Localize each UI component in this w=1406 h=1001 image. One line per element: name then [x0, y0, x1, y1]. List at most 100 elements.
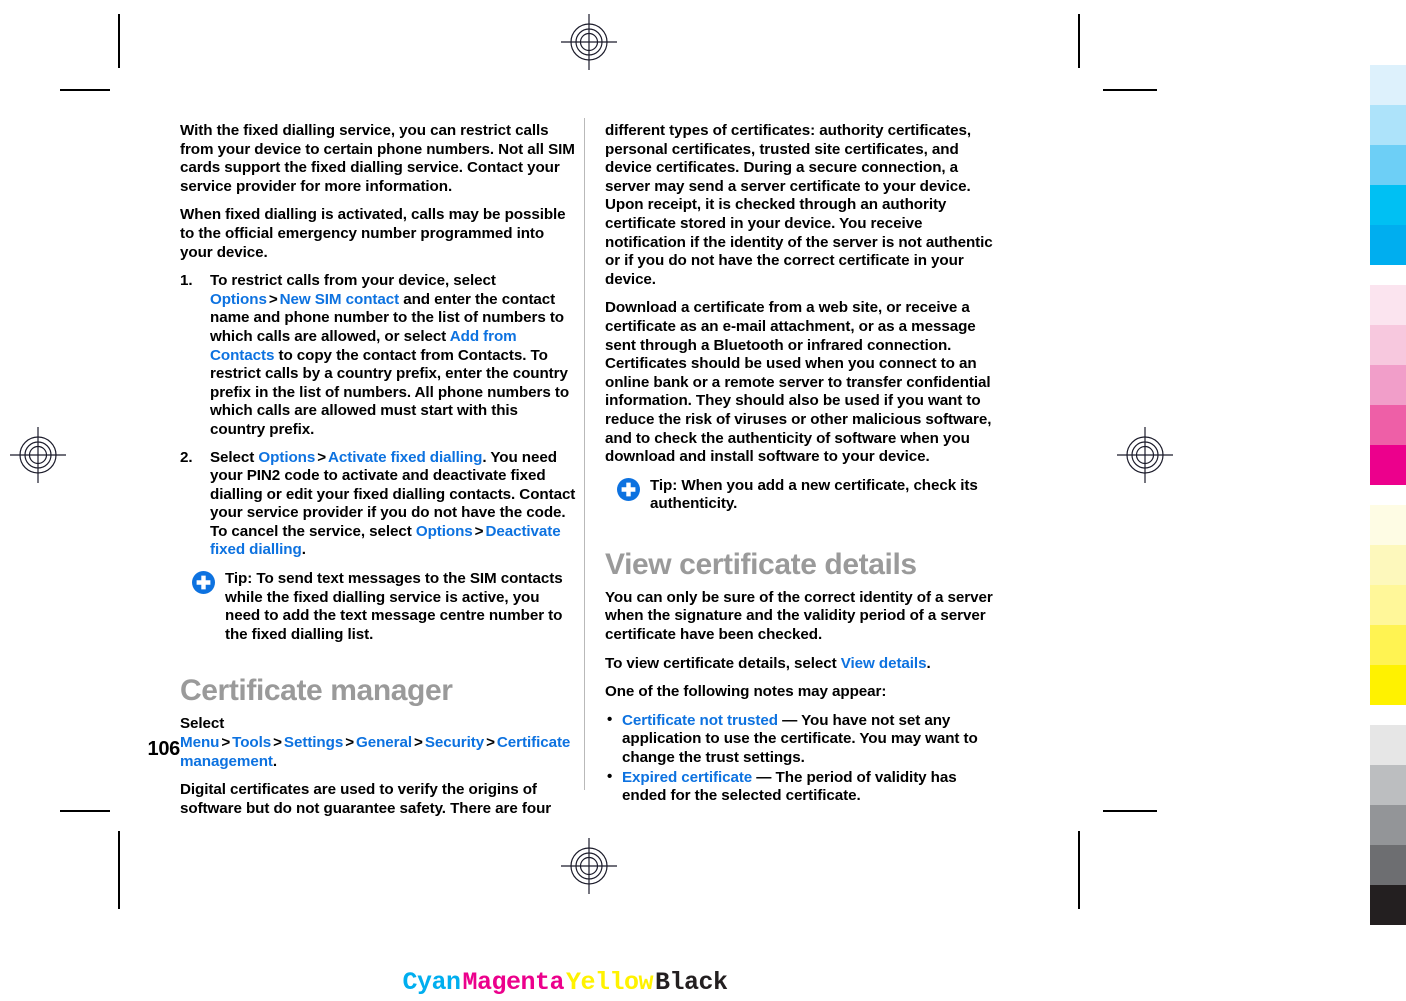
manual-page: 106 With the fixed dialling service, you… — [100, 100, 1078, 817]
registration-mark-right — [1117, 427, 1173, 483]
color-swatch-black-100 — [1370, 885, 1406, 925]
tip-label: Tip: — [650, 476, 678, 494]
left-column: With the fixed dialling service, you can… — [180, 122, 576, 828]
ui-term: Tools — [232, 734, 272, 752]
color-swatch-yellow-10 — [1370, 505, 1406, 545]
registration-mark-top — [561, 14, 617, 70]
color-swatch-yellow-25 — [1370, 545, 1406, 585]
paragraph-digital-certificates: Digital certificates are used to verify … — [180, 781, 552, 817]
tip-text: To send text messages to the SIM contact… — [225, 570, 563, 643]
paragraph-server-identity: You can only be sure of the correct iden… — [605, 588, 993, 644]
section-heading-view-certificate-details: View certificate details — [605, 547, 917, 581]
paragraph-view-details: To view certificate details, select View… — [605, 655, 1001, 674]
crop-mark-top-right-vertical — [1078, 14, 1080, 68]
color-swatch-magenta-75 — [1370, 405, 1406, 445]
list-item: • Certificate not trusted — You have not… — [605, 710, 1001, 768]
paragraph-fixed-dialling-emergency: When fixed dialling is activated, calls … — [180, 206, 566, 261]
body-text: To restrict calls from your device, sele… — [210, 272, 496, 290]
column-divider — [584, 118, 585, 790]
list-item: • Expired certificate — The period of va… — [605, 767, 1001, 806]
color-swatch-cyan-75 — [1370, 185, 1406, 225]
tip-plus-icon — [617, 477, 640, 501]
breadcrumb-separator: > — [345, 734, 354, 752]
color-swatch-black-50 — [1370, 805, 1406, 845]
body-text: . — [926, 654, 931, 672]
tip-note-fixed-dialling: Tip: To send text messages to the SIM co… — [180, 570, 576, 644]
crop-mark-top-right-horizontal — [1103, 89, 1157, 91]
color-swatch-black-75 — [1370, 845, 1406, 885]
color-swatch-cyan-100 — [1370, 225, 1406, 265]
list-item: 1. To restrict calls from your device, s… — [180, 272, 576, 439]
crop-mark-bottom-right-horizontal — [1103, 810, 1157, 812]
ui-term: Security — [424, 734, 485, 752]
tip-plus-icon — [192, 571, 215, 595]
step-text: Select Options > Activate fixed dialling. … — [210, 449, 575, 559]
certificate-notes-list: • Certificate not trusted — You have not… — [605, 710, 1001, 806]
body-text: . — [301, 541, 306, 559]
breadcrumb-separator: > — [486, 734, 495, 752]
paragraph-download-certificate: Download a certificate from a web site, … — [605, 299, 992, 466]
ui-term: General — [356, 734, 413, 752]
breadcrumb-separator: > — [414, 734, 423, 752]
ui-term: Activate fixed dialling — [328, 448, 483, 466]
step-number: 2. — [180, 448, 193, 466]
ui-term: View details — [840, 654, 927, 672]
tip-note-new-certificate: Tip: When you add a new certificate, che… — [605, 477, 1001, 514]
crop-mark-bottom-left-horizontal — [60, 810, 110, 812]
color-swatch-yellow-75 — [1370, 625, 1406, 665]
ui-term: New SIM contact — [279, 290, 400, 308]
cmyk-plate-labels: CyanMagentaYellowBlack — [0, 968, 1130, 997]
fixed-dialling-steps: 1. To restrict calls from your device, s… — [180, 272, 576, 560]
tip-text: When you add a new certificate, check it… — [650, 476, 978, 513]
crop-mark-bottom-right-vertical — [1078, 831, 1080, 909]
color-swatch-black-10 — [1370, 725, 1406, 765]
color-swatch-magenta-100 — [1370, 445, 1406, 485]
body-text: . — [272, 752, 278, 770]
section-heading-certificate-manager: Certificate manager — [180, 674, 453, 708]
cmyk-label-magenta: Magenta — [462, 968, 564, 997]
step-number: 1. — [180, 272, 193, 290]
cmyk-label-cyan: Cyan — [402, 968, 461, 997]
color-swatch-yellow-50 — [1370, 585, 1406, 625]
list-item: 2. Select Options > Activate fixed diallin… — [180, 449, 576, 561]
crop-mark-bottom-left-vertical — [118, 831, 120, 909]
tip-label: Tip: — [225, 570, 253, 588]
crop-mark-top-left-horizontal — [60, 89, 110, 91]
ui-term: Settings — [283, 734, 344, 752]
ui-term: Options — [210, 290, 267, 308]
color-swatch-cyan-50 — [1370, 145, 1406, 185]
bullet-glyph: • — [607, 710, 613, 728]
ui-term: Expired certificate — [622, 768, 753, 786]
right-column: different types of certificates: authori… — [605, 122, 1001, 807]
page-number: 106 — [147, 738, 181, 760]
color-swatch-black-25 — [1370, 765, 1406, 805]
color-swatch-magenta-10 — [1370, 285, 1406, 325]
color-swatch-magenta-25 — [1370, 325, 1406, 365]
body-text: Select — [210, 448, 259, 466]
breadcrumb-separator: > — [221, 734, 231, 752]
step-text: To restrict calls from your device, sele… — [210, 272, 569, 438]
ui-term: Options — [415, 522, 473, 540]
ui-term: Options — [258, 448, 316, 466]
registration-mark-left — [10, 427, 66, 483]
cmyk-label-yellow: Yellow — [566, 968, 654, 997]
color-swatch-cyan-25 — [1370, 105, 1406, 145]
breadcrumb-separator: > — [268, 290, 278, 308]
breadcrumb-separator: > — [273, 734, 282, 752]
crop-mark-top-left-vertical — [118, 14, 120, 68]
cmyk-label-black: Black — [655, 968, 728, 997]
registration-mark-bottom — [561, 838, 617, 894]
bullet-glyph: • — [607, 767, 613, 785]
breadcrumb-separator: > — [474, 522, 484, 540]
color-calibration-bar — [1370, 0, 1406, 1001]
paragraph-certificate-types: different types of certificates: authori… — [605, 122, 993, 288]
breadcrumb-separator: > — [317, 448, 327, 466]
note-text: Expired certificate — The period of vali… — [622, 769, 957, 805]
body-text: To view certificate details, select — [605, 654, 841, 672]
color-swatch-yellow-100 — [1370, 665, 1406, 705]
color-swatch-cyan-10 — [1370, 65, 1406, 105]
body-text: Select — [180, 715, 225, 733]
paragraph-notes-intro: One of the following notes may appear: — [605, 683, 887, 701]
breadcrumb-certificate-management: Select Menu > Tools > Settings > General > Secur… — [180, 715, 576, 771]
paragraph-fixed-dialling-intro: With the fixed dialling service, you can… — [180, 122, 575, 195]
